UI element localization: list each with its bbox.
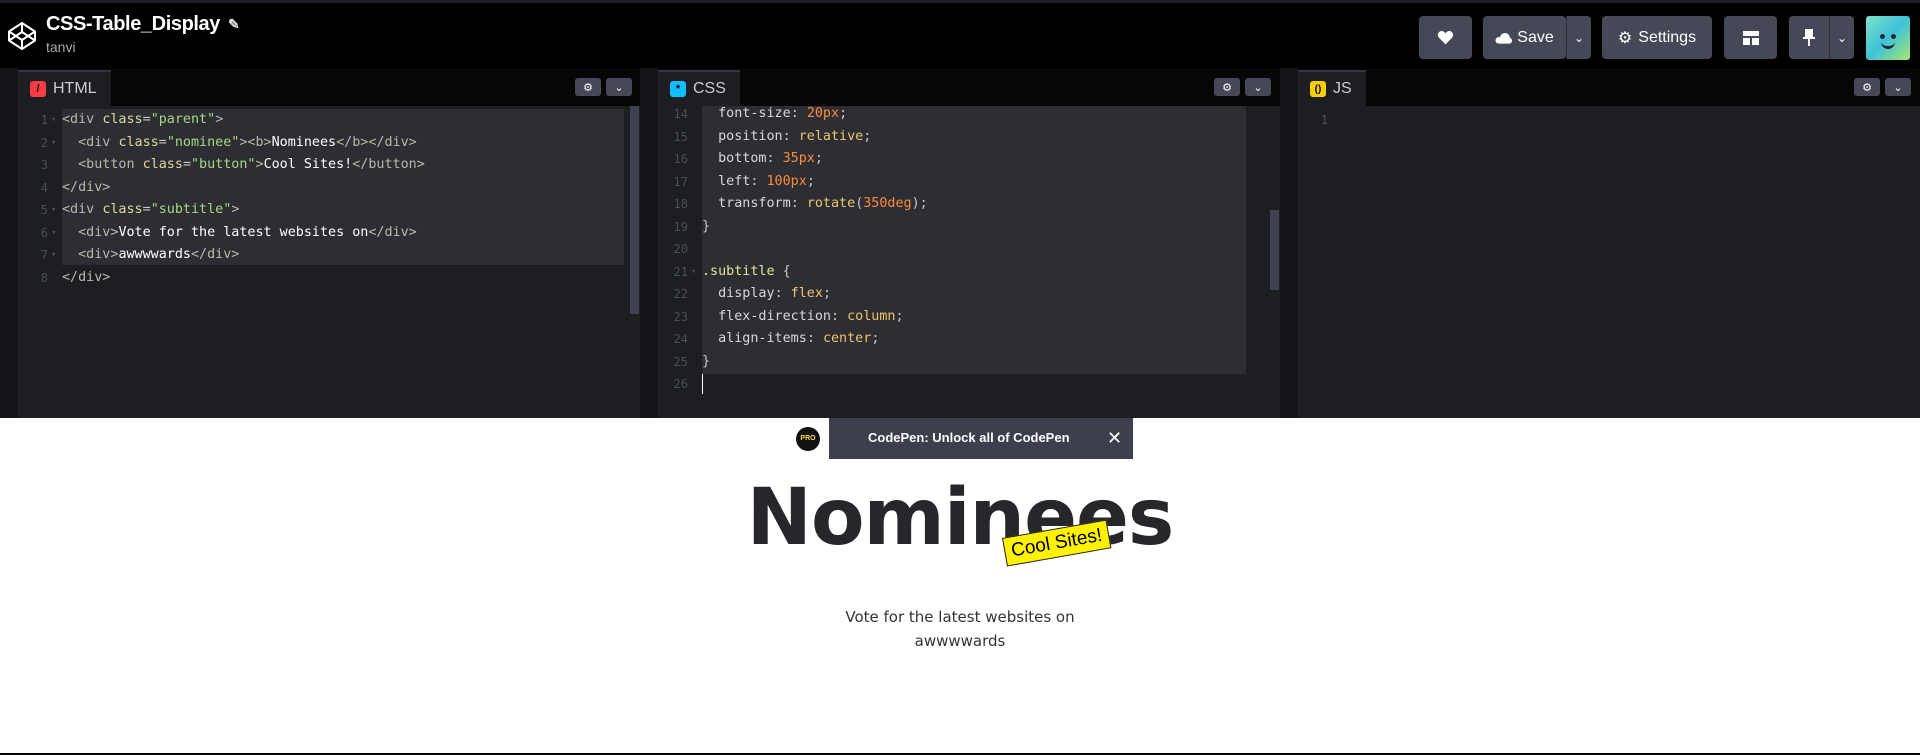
- tab-css[interactable]: * CSS: [658, 70, 740, 106]
- tab-js-label: JS: [1333, 80, 1352, 97]
- settings-label: Settings: [1638, 28, 1697, 46]
- promo-banner[interactable]: PRO CodePen: Unlock all of CodePen ✕: [787, 418, 1133, 459]
- html-editor[interactable]: / HTML ⚙ ⌄ 1 ▾ <div class="parent"> 2 ▾ <di…: [18, 68, 640, 418]
- js-settings-gear-icon[interactable]: ⚙: [1854, 78, 1880, 96]
- css-settings-gear-icon[interactable]: ⚙: [1214, 78, 1240, 96]
- js-collapse-chevron-icon[interactable]: ⌄: [1885, 78, 1911, 96]
- promo-text[interactable]: CodePen: Unlock all of CodePen: [868, 430, 1070, 445]
- html-settings-gear-icon[interactable]: ⚙: [575, 78, 601, 96]
- js-badge-icon: (): [1310, 81, 1326, 97]
- pen-title[interactable]: CSS-Table_Display: [46, 13, 220, 36]
- html-editor-tabbar: / HTML ⚙ ⌄: [18, 68, 640, 106]
- html-collapse-chevron-icon[interactable]: ⌄: [606, 78, 632, 96]
- preview-subtitle-line2: awwwwards: [914, 632, 1006, 650]
- save-button[interactable]: Save: [1483, 16, 1566, 59]
- css-code-area[interactable]: 14 font-size: 20px; 15 position: relativ…: [658, 106, 1280, 418]
- change-view-button[interactable]: [1724, 16, 1777, 59]
- css-editor-tabbar: * CSS ⚙ ⌄: [658, 68, 1280, 106]
- chevron-down-icon: ⌄: [1836, 30, 1848, 45]
- tab-js[interactable]: () JS: [1298, 70, 1366, 106]
- layout-grid-icon: [1742, 30, 1759, 45]
- css-editor[interactable]: * CSS ⚙ ⌄ 14 font-size: 20px; 15 positio…: [658, 68, 1280, 418]
- chevron-down-icon: ⌄: [1573, 30, 1585, 45]
- tab-html[interactable]: / HTML: [18, 70, 111, 106]
- app-header: CSS-Table_Display ✎ tanvi Save ⌄ ⚙ Setti…: [0, 0, 1920, 68]
- save-options-dropdown[interactable]: ⌄: [1566, 16, 1591, 59]
- html-code-area[interactable]: 1 ▾ <div class="parent"> 2 ▾ <div class="no…: [18, 106, 640, 418]
- html-scrollbar[interactable]: [630, 106, 639, 314]
- pen-title-block: CSS-Table_Display ✎ tanvi: [46, 13, 240, 55]
- codepen-logo-icon[interactable]: [6, 20, 38, 52]
- html-badge-icon: /: [30, 81, 46, 97]
- pen-author[interactable]: tanvi: [46, 39, 239, 55]
- result-preview: [0, 418, 1920, 753]
- tab-html-label: HTML: [53, 80, 97, 97]
- settings-button[interactable]: ⚙ Settings: [1602, 16, 1712, 59]
- text-cursor: [702, 374, 703, 394]
- editor-panes: / HTML ⚙ ⌄ 1 ▾ <div class="parent"> 2 ▾ <di…: [0, 68, 1920, 418]
- cloud-icon: [1495, 32, 1513, 44]
- pin-options-dropdown[interactable]: ⌄: [1829, 16, 1854, 59]
- js-editor-tabbar: () JS ⚙ ⌄: [1298, 68, 1920, 106]
- css-badge-icon: *: [670, 81, 686, 97]
- preview-subtitle-line1: Vote for the latest websites on: [845, 608, 1075, 626]
- user-avatar[interactable]: [1866, 16, 1910, 60]
- like-button[interactable]: [1419, 16, 1472, 59]
- css-scrollbar[interactable]: [1270, 210, 1279, 290]
- save-label: Save: [1517, 28, 1554, 46]
- preview-heading: Nominees: [746, 473, 1175, 563]
- css-collapse-chevron-icon[interactable]: ⌄: [1245, 78, 1271, 96]
- pin-button[interactable]: [1789, 16, 1829, 59]
- pin-icon: [1803, 29, 1815, 46]
- close-icon[interactable]: ✕: [1107, 428, 1122, 449]
- heart-icon: [1437, 30, 1454, 45]
- edit-title-pencil-icon[interactable]: ✎: [228, 16, 240, 33]
- js-code-area[interactable]: 1: [1298, 106, 1920, 418]
- js-editor[interactable]: () JS ⚙ ⌄ 1: [1298, 68, 1920, 418]
- gear-icon: ⚙: [1617, 29, 1633, 47]
- pro-badge-icon: PRO: [787, 418, 829, 459]
- tab-css-label: CSS: [693, 80, 726, 97]
